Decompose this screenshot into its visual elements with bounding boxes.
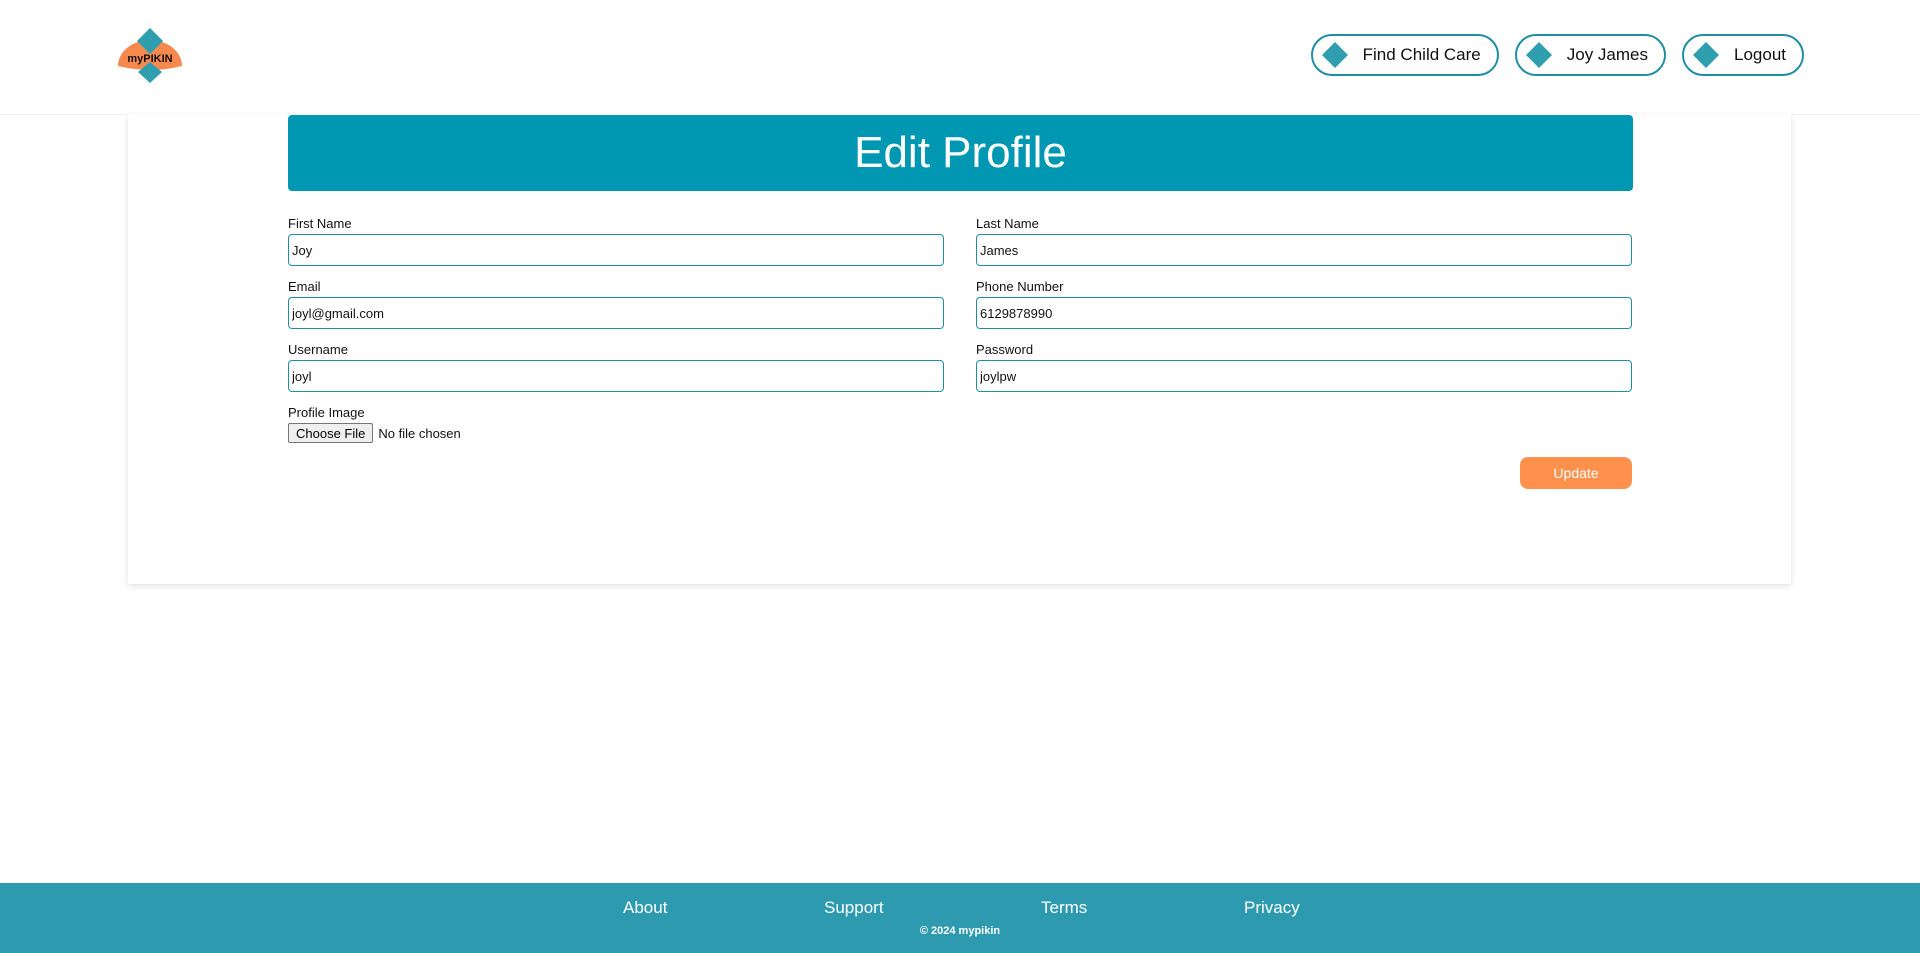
last-name-label: Last Name <box>976 216 1039 231</box>
last-name-group: Last Name <box>976 215 1632 266</box>
file-status: No file chosen <box>378 425 461 441</box>
footer-link-about[interactable]: About <box>623 898 667 918</box>
email-input[interactable] <box>288 297 944 329</box>
nav-menu: Find Child Care Joy James Logout <box>1310 34 1804 76</box>
username-label: Username <box>288 342 348 357</box>
footer-link-support[interactable]: Support <box>824 898 884 918</box>
last-name-input[interactable] <box>976 234 1632 266</box>
first-name-input[interactable] <box>288 234 944 266</box>
password-label: Password <box>976 342 1034 357</box>
footer: About Support Terms Privacy © 2024 mypik… <box>0 883 1920 953</box>
diamond-icon <box>1321 42 1348 68</box>
edit-profile-card: Edit Profile First Name Last Name Email … <box>128 114 1791 584</box>
first-name-group: First Name <box>288 215 944 266</box>
top-navbar: myPIKIN Find Child Care Joy James Logout <box>0 0 1920 115</box>
diamond-icon <box>1525 42 1552 68</box>
logout-button[interactable]: Logout <box>1682 34 1804 76</box>
footer-link-privacy[interactable]: Privacy <box>1244 898 1300 918</box>
first-name-label: First Name <box>288 216 352 231</box>
copyright-text: © 2024 mypikin <box>919 925 1001 937</box>
logout-label: Logout <box>1734 45 1786 64</box>
user-name-label: Joy James <box>1566 45 1648 64</box>
diamond-icon <box>1693 42 1719 68</box>
email-group: Email <box>288 278 944 329</box>
update-button[interactable]: Update <box>1520 457 1632 489</box>
username-input[interactable] <box>288 360 944 392</box>
password-group: Password <box>976 341 1632 392</box>
page-title: Edit Profile <box>288 115 1633 191</box>
footer-link-terms[interactable]: Terms <box>1041 898 1087 918</box>
phone-label: Phone Number <box>976 279 1064 294</box>
profile-image-label: Profile Image <box>288 405 365 420</box>
find-child-care-label: Find Child Care <box>1362 45 1481 64</box>
find-child-care-button[interactable]: Find Child Care <box>1310 34 1499 76</box>
file-picker: Choose File No file chosen <box>288 423 461 443</box>
choose-file-button[interactable]: Choose File <box>288 423 374 443</box>
profile-button[interactable]: Joy James <box>1514 34 1666 76</box>
email-label: Email <box>288 279 321 294</box>
phone-input[interactable] <box>976 297 1632 329</box>
password-input[interactable] <box>976 360 1632 392</box>
logo-wordmark: myPIKIN <box>127 53 172 65</box>
phone-group: Phone Number <box>976 278 1632 329</box>
profile-image-group: Profile Image Choose File No file chosen <box>288 404 461 443</box>
mypikin-logo[interactable]: myPIKIN <box>116 26 184 84</box>
username-group: Username <box>288 341 944 392</box>
